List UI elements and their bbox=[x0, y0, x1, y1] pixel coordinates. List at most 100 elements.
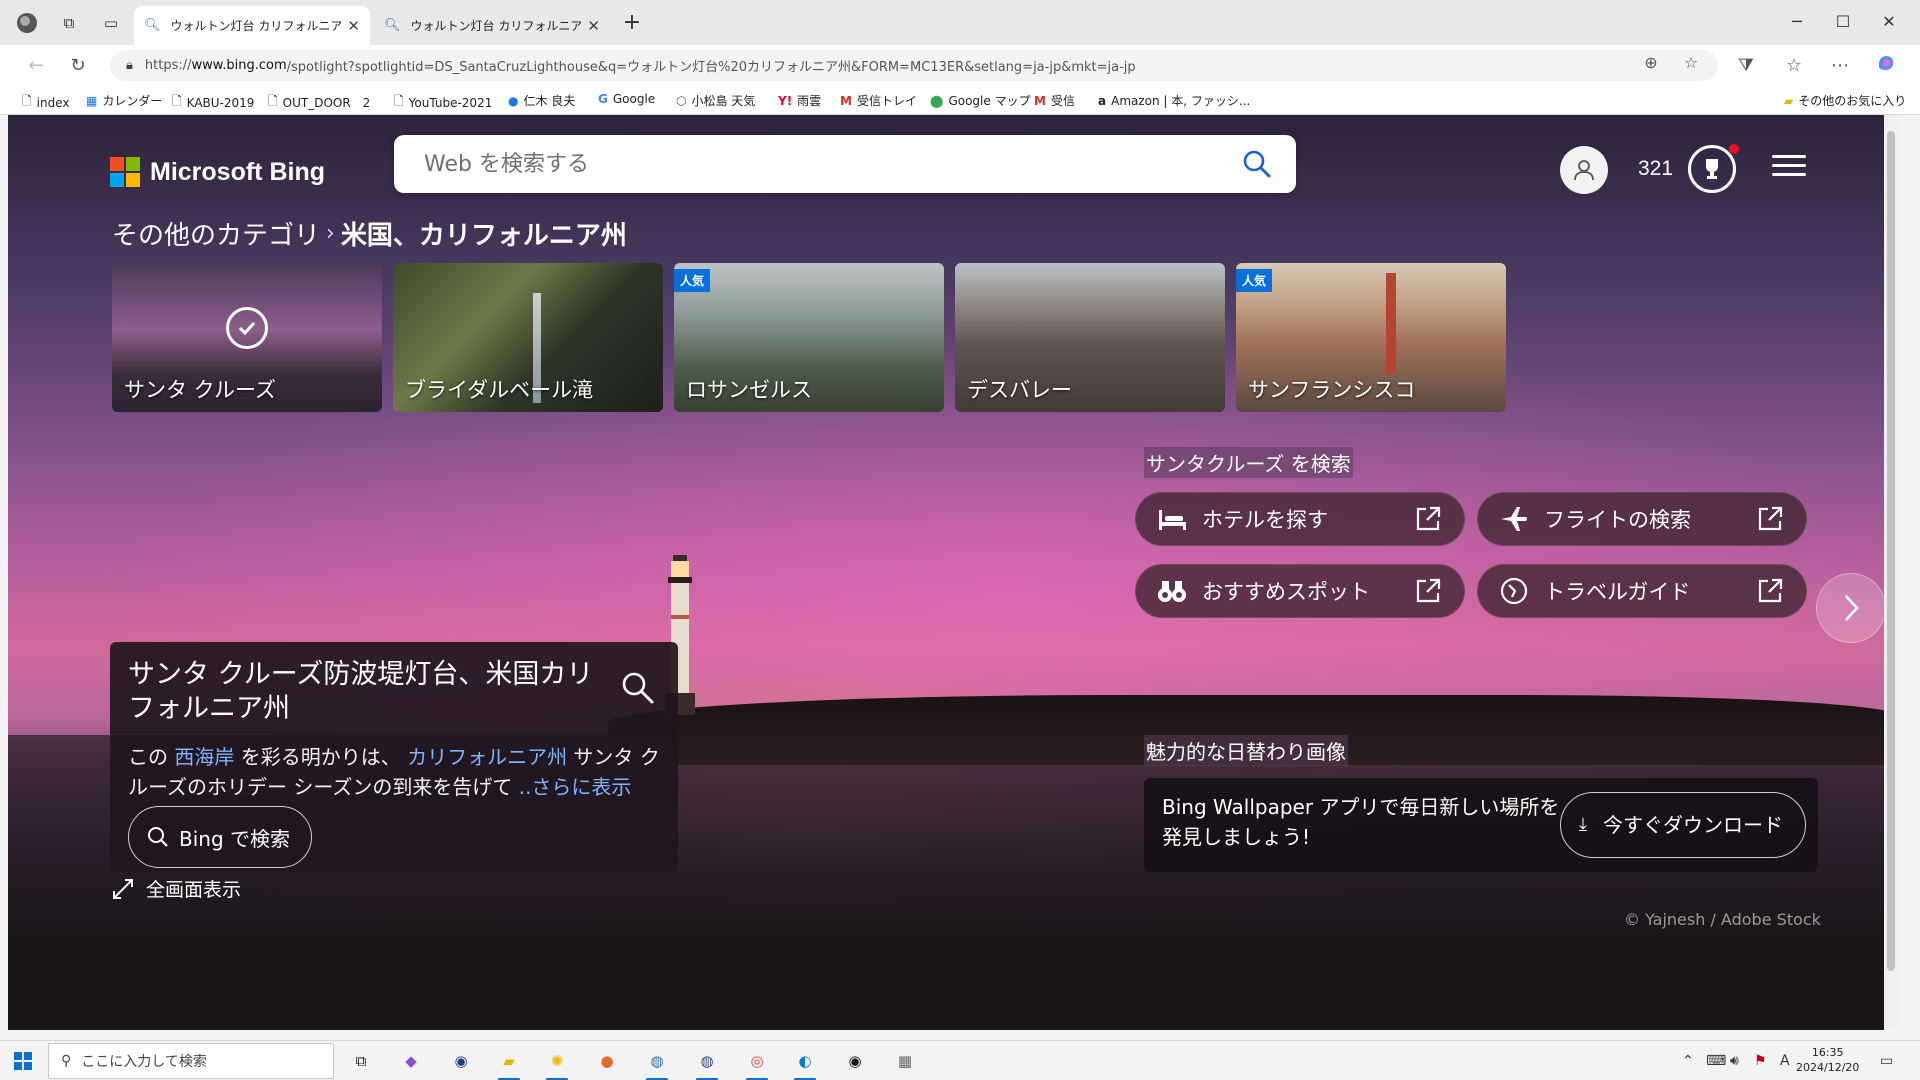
page-scrollbar[interactable] bbox=[1884, 115, 1898, 1030]
edge-icon[interactable]: ◐ bbox=[790, 1046, 820, 1080]
search-on-bing-button[interactable]: Bing で検索 bbox=[128, 806, 312, 868]
california-link[interactable]: カリフォルニア州 bbox=[407, 745, 567, 769]
external-link-icon bbox=[1758, 506, 1783, 531]
favorite-star-icon[interactable]: ☆ bbox=[1678, 50, 1704, 76]
action-label: フライトの検索 bbox=[1544, 508, 1691, 532]
destination-card-los-angeles[interactable]: 人気 ロサンゼルス bbox=[674, 263, 944, 412]
destination-card-santa-cruz[interactable]: サンタ クルーズ bbox=[112, 263, 382, 412]
favorites-icon[interactable]: ☆ bbox=[1780, 53, 1808, 79]
app-icon[interactable]: ◉ bbox=[446, 1046, 476, 1076]
vertical-tabs-icon[interactable]: ▭ bbox=[98, 10, 124, 36]
task-view-icon[interactable]: ⧉ bbox=[346, 1046, 376, 1076]
destination-card-death-valley[interactable]: デスバレー bbox=[955, 263, 1225, 412]
download-now-button[interactable]: ⤓ 今すぐダウンロード bbox=[1560, 792, 1806, 858]
notifications-icon[interactable]: ▭ bbox=[1880, 1053, 1893, 1069]
address-bar[interactable]: 🔒︎ https://www.bing.com/spotlight?spotli… bbox=[110, 50, 1718, 81]
breadcrumb: その他のカテゴリ › 米国、カリフォルニア州 bbox=[112, 215, 627, 252]
binoculars-icon bbox=[1156, 575, 1188, 607]
search-flights-button[interactable]: フライトの検索 bbox=[1477, 492, 1807, 546]
bing-logo[interactable]: Microsoft Bing bbox=[110, 157, 325, 187]
profile-avatar-icon[interactable] bbox=[14, 10, 40, 36]
more-options-icon[interactable]: ⋯ bbox=[1826, 53, 1854, 79]
bookmark-item[interactable]: ⬡ 小松島 天気 bbox=[676, 92, 755, 109]
external-link-icon bbox=[1758, 578, 1783, 603]
firefox-icon[interactable]: ● bbox=[592, 1046, 622, 1076]
workspaces-icon[interactable]: ⧉ bbox=[56, 10, 82, 36]
hamburger-menu-icon[interactable] bbox=[1772, 155, 1806, 179]
travel-guide-button[interactable]: トラベルガイド bbox=[1477, 564, 1807, 618]
sunflower-app-icon[interactable]: ✺ bbox=[542, 1046, 572, 1080]
search-icon[interactable] bbox=[1242, 149, 1272, 179]
spotlight-info-card: サンタ クルーズ防波堤灯台、米国カリフォルニア州 この 西海岸 を彩る明かりは、… bbox=[110, 642, 678, 872]
rewards-points[interactable]: 321 bbox=[1638, 157, 1673, 181]
bookmark-item[interactable]: 🗋 YouTube-2021 bbox=[394, 92, 492, 113]
bookmark-item[interactable]: M 受信 bbox=[1034, 92, 1075, 109]
earth-app-icon[interactable]: ◍ bbox=[692, 1046, 722, 1080]
taskbar-search-box[interactable]: ⚲ ここに入力して検索 bbox=[48, 1043, 334, 1079]
browser-tab[interactable]: 🔍︎ ウォルトン灯台 カリフォルニア州 - 検索 ✕ bbox=[374, 6, 610, 45]
search-icon: ⚲ bbox=[61, 1053, 72, 1069]
fullscreen-button[interactable]: 全画面表示 bbox=[112, 875, 241, 902]
west-coast-link[interactable]: 西海岸 bbox=[174, 745, 234, 769]
bookmark-item[interactable]: G Google bbox=[598, 92, 655, 106]
chrome-icon[interactable]: ◎ bbox=[742, 1046, 772, 1080]
bookmark-item[interactable]: a Amazon | 本, ファッシ... bbox=[1098, 92, 1250, 109]
bookmark-item[interactable]: 🗋 KABU-2019 bbox=[172, 92, 254, 113]
next-slide-button[interactable] bbox=[1816, 573, 1886, 643]
other-favorites-folder[interactable]: ▰ その他のお気に入り bbox=[1784, 92, 1906, 109]
breadcrumb-parent[interactable]: その他のカテゴリ bbox=[112, 215, 320, 252]
scrollbar-thumb[interactable] bbox=[1887, 131, 1895, 971]
sign-in-button[interactable] bbox=[1560, 146, 1608, 194]
bookmark-item[interactable]: 🗋 OUT_DOOR 2 bbox=[268, 92, 370, 113]
close-tab-icon[interactable]: ✕ bbox=[587, 17, 600, 35]
audio-app-icon[interactable]: ◉ bbox=[840, 1046, 870, 1076]
security-icon[interactable]: ⚑ bbox=[1754, 1053, 1767, 1069]
airplane-icon bbox=[1498, 503, 1530, 535]
extensions-icon[interactable]: ⧩ bbox=[1732, 53, 1760, 79]
volume-icon[interactable]: 🔊︎ bbox=[1730, 1053, 1739, 1069]
destination-card-san-francisco[interactable]: 人気 サンフランシスコ bbox=[1236, 263, 1506, 412]
calendar-app-icon[interactable]: ▦ bbox=[890, 1046, 920, 1076]
bookmark-item[interactable]: M 受信トレイ bbox=[840, 92, 917, 109]
daily-image-title: 魅力的な日替わり画像 bbox=[1144, 735, 1348, 766]
browser-tab-active[interactable]: 🔍︎ ウォルトン灯台 カリフォルニア州 - 検索 ✕ bbox=[134, 6, 370, 45]
search-icon[interactable] bbox=[620, 670, 656, 706]
maximize-button[interactable]: ☐ bbox=[1820, 8, 1866, 36]
bing-search-favicon-icon: 🔍︎ bbox=[384, 18, 401, 33]
trophy-icon bbox=[1706, 159, 1718, 179]
close-tab-icon[interactable]: ✕ bbox=[347, 17, 360, 35]
refresh-button[interactable]: ↻ bbox=[64, 53, 92, 79]
globe-app-icon[interactable]: ◍ bbox=[642, 1046, 672, 1080]
wallpaper-promo-text: Bing Wallpaper アプリで毎日新しい場所を発見しましょう! bbox=[1162, 795, 1560, 849]
new-tab-button[interactable]: + bbox=[620, 10, 644, 35]
show-more-link[interactable]: ..さらに表示 bbox=[519, 775, 632, 799]
gmail-icon: M bbox=[840, 93, 852, 108]
rewards-button[interactable] bbox=[1688, 144, 1739, 193]
image-credit: © Yajnesh / Adobe Stock bbox=[1624, 910, 1821, 929]
zoom-icon[interactable]: ⊕ bbox=[1638, 50, 1664, 76]
copilot-taskbar-icon[interactable]: ◆ bbox=[396, 1046, 426, 1076]
minimize-button[interactable]: ─ bbox=[1774, 8, 1820, 36]
search-section-title: サンタクルーズ を検索 bbox=[1144, 447, 1353, 478]
destination-card-bridalveil-fall[interactable]: ブライダルベール滝 bbox=[393, 263, 663, 412]
card-label: ブライダルベール滝 bbox=[405, 378, 594, 402]
network-icon[interactable]: ⌨ bbox=[1706, 1053, 1726, 1069]
close-window-button[interactable]: ✕ bbox=[1866, 8, 1912, 36]
file-explorer-icon[interactable]: ▰ bbox=[494, 1046, 524, 1080]
bookmark-item[interactable]: ⬤ Google マップ bbox=[930, 92, 1031, 109]
recommended-spots-button[interactable]: おすすめスポット bbox=[1135, 564, 1465, 618]
windows-start-icon[interactable] bbox=[8, 1046, 38, 1076]
bookmark-item[interactable]: ▦ カレンダー bbox=[86, 92, 162, 109]
bookmark-item[interactable]: 🗋 index bbox=[22, 92, 70, 113]
back-button[interactable]: ← bbox=[22, 53, 50, 79]
bookmark-item[interactable]: ● 仁木 良夫 bbox=[508, 92, 575, 109]
action-label: おすすめスポット bbox=[1202, 580, 1370, 604]
system-clock[interactable]: 16:35 2024/12/20 bbox=[1796, 1045, 1859, 1075]
search-input[interactable] bbox=[424, 151, 1224, 177]
lock-icon[interactable]: 🔒︎ bbox=[126, 58, 133, 73]
copilot-icon[interactable] bbox=[1872, 53, 1900, 79]
find-hotels-button[interactable]: ホテルを探す bbox=[1135, 492, 1465, 546]
ime-indicator[interactable]: A bbox=[1780, 1053, 1790, 1069]
show-hidden-icons-icon[interactable]: ⌃ bbox=[1682, 1053, 1694, 1069]
bookmark-item[interactable]: Y! 雨雲 bbox=[778, 92, 821, 109]
